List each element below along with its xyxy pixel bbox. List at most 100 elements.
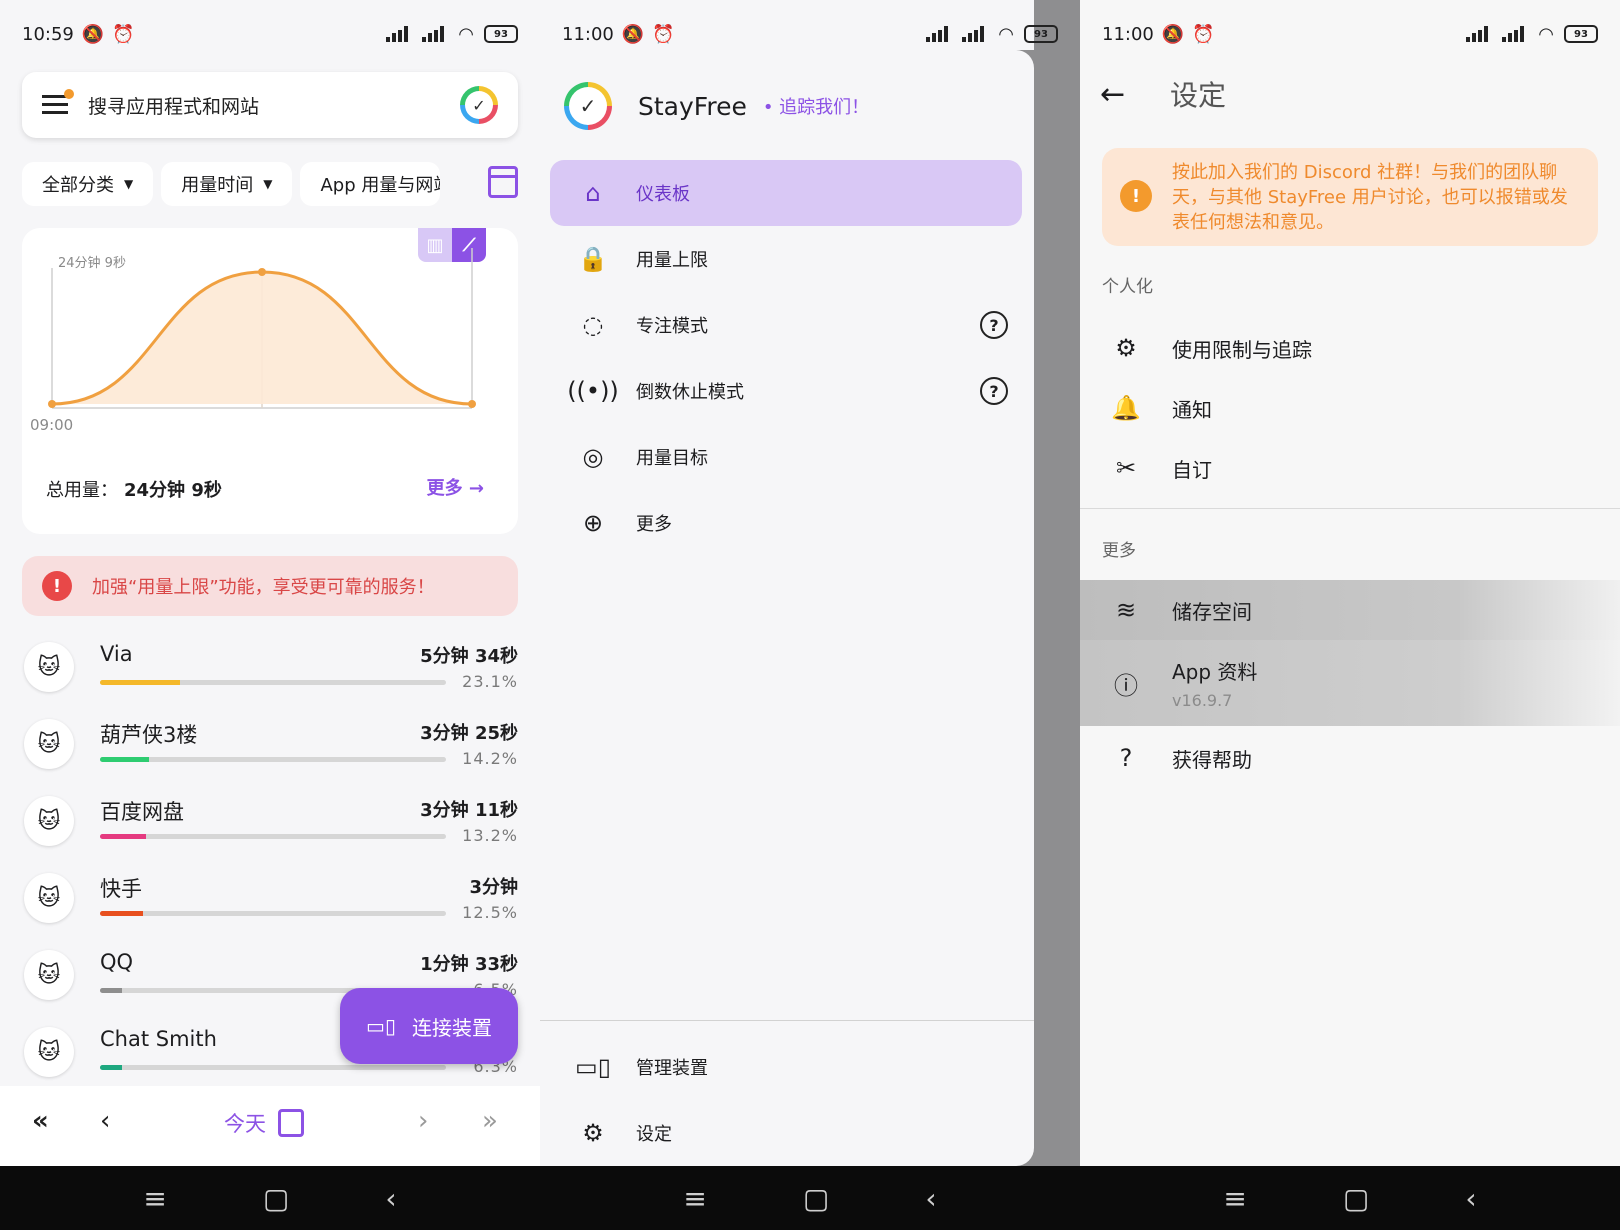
signal-icon xyxy=(962,26,988,42)
home-icon[interactable]: ▢ xyxy=(803,1182,829,1215)
dashboard-screen: 10:59 🔕 ⏰ ◠ 93 搜寻应用程式和网站 ✓ 全部分类 ▼ 用量时间 ▼ Ap… xyxy=(0,0,540,1230)
y-tick-label: 24分钟 9秒 xyxy=(58,256,126,271)
connect-device-button[interactable]: ▭▯ 连接装置 xyxy=(340,988,518,1064)
follow-us-link[interactable]: • 追踪我们！ xyxy=(763,93,869,119)
menu-item-more[interactable]: ⊕ 更多 xyxy=(550,490,1022,556)
filter-chips: 全部分类 ▼ 用量时间 ▼ App 用量与网站 xyxy=(22,162,441,206)
settings-item-customize[interactable]: ✂ 自订 xyxy=(1080,438,1620,498)
back-icon[interactable]: ‹ xyxy=(925,1182,936,1215)
drawer-menu: ⌂ 仪表板 🔒 用量上限 ◌ 专注模式? ((•)) 倒数休止模式? ◎ 用量目标 ⊕ 更多 xyxy=(550,160,1022,556)
first-page-icon[interactable]: « xyxy=(32,1106,49,1136)
app-icon: 🐱 xyxy=(24,719,74,769)
upgrade-alert[interactable]: ! 加强“用量上限”功能，享受更可靠的服务！ xyxy=(22,556,518,616)
version-text: v16.9.7 xyxy=(1172,691,1233,710)
battery-icon: 93 xyxy=(484,25,518,43)
menu-item-focus-mode[interactable]: ◌ 专注模式? xyxy=(550,292,1022,358)
list-item[interactable]: 🐱 Via 5分钟 34秒 23.1% xyxy=(22,630,518,707)
menu-icon[interactable] xyxy=(42,89,74,115)
lock-clock-icon: 🔒 xyxy=(578,245,608,273)
status-time: 10:59 xyxy=(22,23,74,45)
settings-item-usage-tracking[interactable]: ⚙ 使用限制与追踪 xyxy=(1080,318,1620,378)
home-icon[interactable]: ▢ xyxy=(1343,1182,1369,1215)
settings-item-app-info[interactable]: ⓘ App 资料 v16.9.7 xyxy=(1080,640,1620,726)
menu-item-usage-limit[interactable]: 🔒 用量上限 xyxy=(550,226,1022,292)
filter-type[interactable]: App 用量与网站 xyxy=(300,162,441,206)
help-icon[interactable]: ? xyxy=(980,377,1008,405)
usage-bar xyxy=(100,1065,446,1070)
list-item[interactable]: 🐱 百度网盘 3分钟 11秒 13.2% xyxy=(22,784,518,861)
signal-icon xyxy=(1502,26,1528,42)
more-label: 更多 xyxy=(426,478,463,499)
app-name: 葫芦侠3楼 xyxy=(100,723,198,747)
menu-item-countdown-mode[interactable]: ((•)) 倒数休止模式? xyxy=(550,358,1022,424)
broadcast-icon: ((•)) xyxy=(567,377,619,405)
focus-icon: ◌ xyxy=(582,311,604,339)
filter-category[interactable]: 全部分类 ▼ xyxy=(22,162,154,206)
discord-alert[interactable]: ! 按此加入我们的 Discord 社群！与我们的团队聊天，与其他 StayFr… xyxy=(1102,148,1598,246)
status-bar: 11:00 🔕 ⏰ ◠ 93 xyxy=(1102,18,1598,50)
system-nav-bar: ≡ ▢ ‹ xyxy=(0,1166,540,1230)
total-value: 24分钟 9秒 xyxy=(124,480,222,501)
settings-item-help[interactable]: ? 获得帮助 xyxy=(1080,728,1620,788)
menu-item-usage-goal[interactable]: ◎ 用量目标 xyxy=(550,424,1022,490)
back-icon[interactable]: ‹ xyxy=(385,1182,396,1215)
devices-icon: ▭▯ xyxy=(366,1014,396,1038)
search-bar[interactable]: 搜寻应用程式和网站 ✓ xyxy=(22,72,518,138)
today-button[interactable]: 今天 xyxy=(224,1108,304,1138)
settings-label: 通知 xyxy=(1172,397,1212,422)
menu-label: 用量上限 xyxy=(636,250,708,271)
total-label: 总用量： xyxy=(46,480,118,501)
list-item[interactable]: 🐱 葫芦侠3楼 3分钟 25秒 14.2% xyxy=(22,707,518,784)
home-icon: ⌂ xyxy=(585,179,601,207)
menu-item-settings[interactable]: ⚙ 设定 xyxy=(550,1100,1022,1166)
app-time: 5分钟 34秒 xyxy=(420,646,518,667)
search-input[interactable]: 搜寻应用程式和网站 xyxy=(88,92,460,119)
app-time: 3分钟 11秒 xyxy=(420,800,518,821)
calendar-icon[interactable] xyxy=(488,166,518,198)
menu-label: 设定 xyxy=(636,1124,672,1145)
app-time: 3分钟 25秒 xyxy=(420,723,518,744)
prev-day-icon[interactable]: ‹ xyxy=(100,1106,110,1136)
usage-bar xyxy=(100,680,446,685)
list-item[interactable]: 🐱 快手 3分钟 12.5% xyxy=(22,861,518,938)
drawer-header: ✓ StayFree • 追踪我们！ xyxy=(564,82,869,130)
settings-item-notifications[interactable]: 🔔 通知 xyxy=(1080,378,1620,438)
app-name: Via xyxy=(100,642,133,666)
mute-icon: 🔕 xyxy=(621,23,645,45)
drawer-bottom-menu: ▭▯ 管理装置 ⚙ 设定 xyxy=(550,1034,1022,1166)
wifi-icon: ◠ xyxy=(998,23,1014,45)
recent-apps-icon[interactable]: ≡ xyxy=(683,1182,706,1215)
devices-icon: ▭▯ xyxy=(575,1053,611,1081)
menu-label: 用量目标 xyxy=(636,448,708,469)
back-arrow-icon[interactable]: ← xyxy=(1100,77,1170,112)
status-bar: 11:00 🔕 ⏰ ◠ 93 xyxy=(562,18,1058,50)
last-page-icon[interactable]: » xyxy=(482,1106,498,1136)
alert-icon: ! xyxy=(42,571,72,601)
app-icon: 🐱 xyxy=(24,950,74,1000)
date-navigation: « ‹ 今天 › » xyxy=(0,1086,540,1166)
more-link[interactable]: 更多 → xyxy=(427,474,484,500)
help-icon[interactable]: ? xyxy=(980,311,1008,339)
recent-apps-icon[interactable]: ≡ xyxy=(1223,1182,1246,1215)
menu-item-manage-devices[interactable]: ▭▯ 管理装置 xyxy=(550,1034,1022,1100)
target-icon: ◎ xyxy=(582,443,604,471)
status-bar: 10:59 🔕 ⏰ ◠ 93 xyxy=(22,18,518,50)
settings-item-storage[interactable]: ≋ 储存空间 xyxy=(1080,580,1620,640)
menu-item-dashboard[interactable]: ⌂ 仪表板 xyxy=(550,160,1022,226)
app-percent: 12.5% xyxy=(462,903,518,922)
next-day-icon[interactable]: › xyxy=(418,1106,428,1136)
app-percent: 13.2% xyxy=(462,826,518,845)
app-name: 百度网盘 xyxy=(100,800,184,824)
section-title-personal: 个人化 xyxy=(1102,277,1153,297)
filter-metric[interactable]: 用量时间 ▼ xyxy=(161,162,293,206)
usage-bar-fill xyxy=(100,680,180,685)
stayfree-logo-icon[interactable]: ✓ xyxy=(460,86,498,124)
home-icon[interactable]: ▢ xyxy=(263,1182,289,1215)
mute-icon: 🔕 xyxy=(1161,23,1185,45)
app-icon: 🐱 xyxy=(24,873,74,923)
menu-label: 专注模式 xyxy=(636,316,708,337)
recent-apps-icon[interactable]: ≡ xyxy=(143,1182,166,1215)
drawer-divider xyxy=(540,1020,1034,1021)
back-icon[interactable]: ‹ xyxy=(1465,1182,1476,1215)
page-title: 设定 xyxy=(1170,79,1227,112)
